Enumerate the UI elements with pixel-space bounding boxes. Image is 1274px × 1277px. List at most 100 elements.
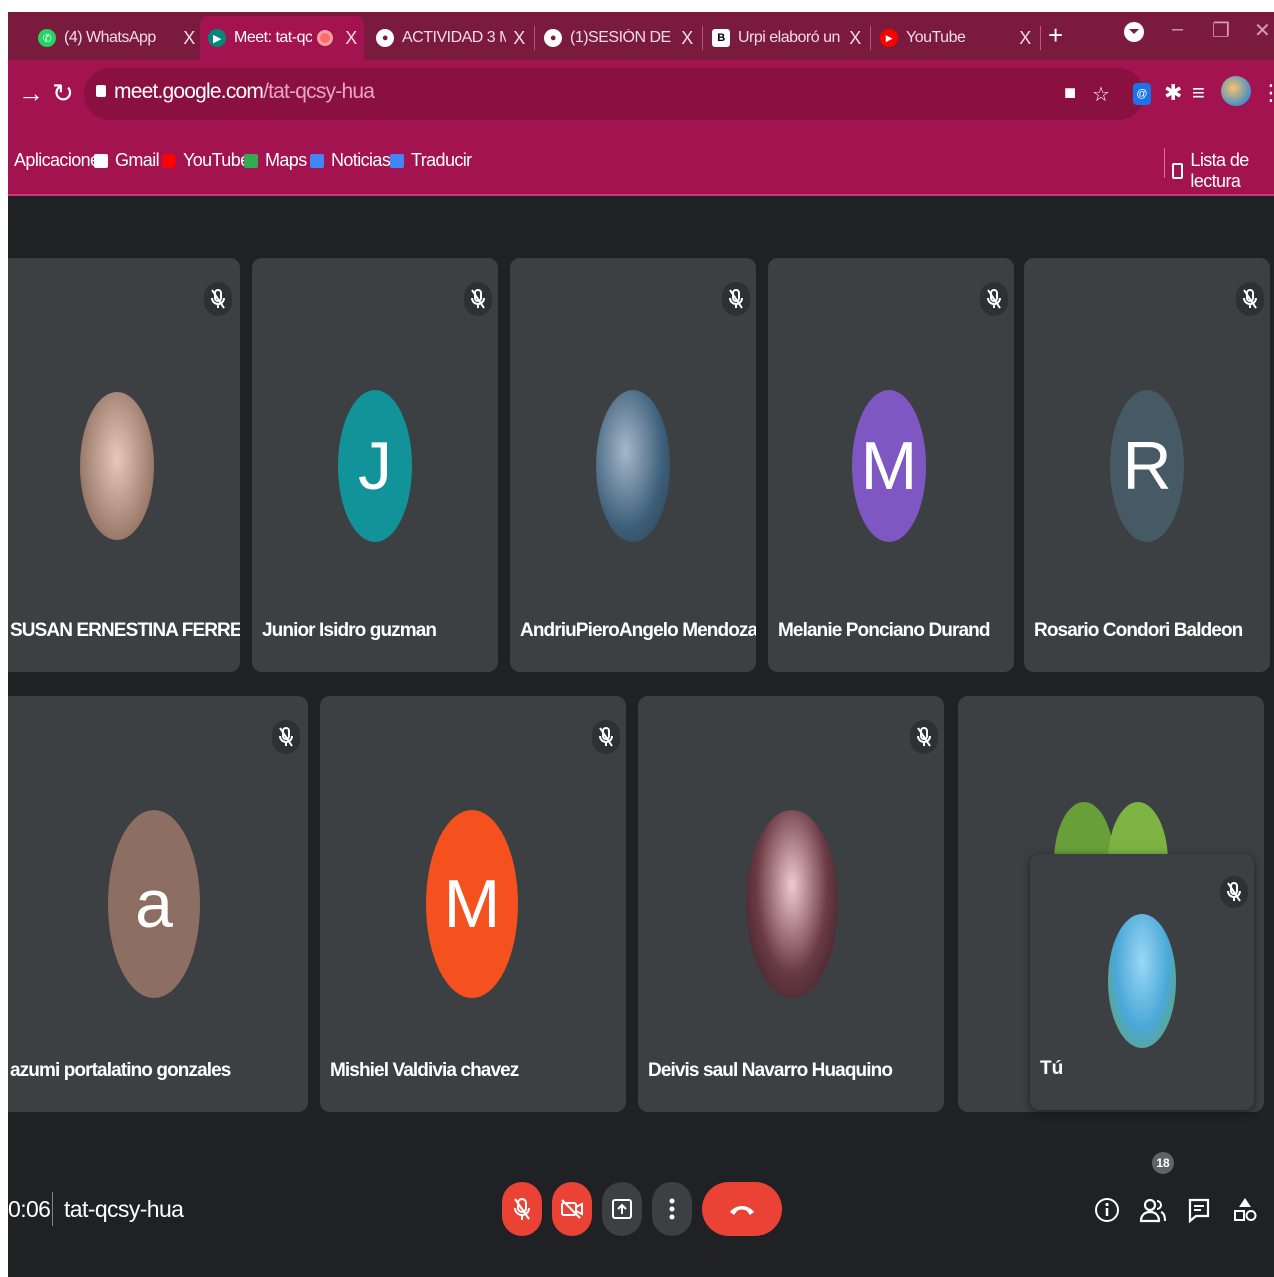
participant-count-badge: 18 [1152,1152,1174,1174]
self-avatar-photo [1108,914,1176,1048]
tab-search-dropdown-icon[interactable] [1124,22,1144,42]
youtube-icon [162,153,176,168]
participant-tile[interactable]: AndriuPieroAngelo Mendoza Aco... [510,258,756,672]
participant-tile[interactable]: SUSAN ERNESTINA FERRER G�M... [8,258,240,672]
close-tab-icon[interactable]: X [842,28,868,49]
microphone-toggle-button[interactable] [502,1182,542,1236]
forward-icon[interactable]: → [18,78,44,109]
globe-icon: ● [376,29,394,47]
participant-tile[interactable]: M Mishiel Valdivia chavez [320,696,626,1112]
tab-sesion[interactable]: ● (1)SESIÓN DE APRENDIZAJE X [536,16,700,60]
meet-stage: SUSAN ERNESTINA FERRER G�M... J Junior I… [8,196,1274,1277]
info-icon [1095,1198,1119,1222]
tab-actividad[interactable]: ● ACTIVIDAD 3 MATEMÁTICA X [368,16,532,60]
new-tab-button[interactable]: + [1048,20,1063,51]
close-window-icon[interactable]: ✕ [1254,18,1271,43]
hang-up-icon [730,1206,754,1215]
self-view-tile[interactable]: Tú [1030,854,1254,1110]
bookmark-gmail[interactable]: Gmail [94,150,160,171]
minimize-icon[interactable]: – [1172,18,1183,41]
tab-youtube[interactable]: ▶ YouTube X [872,16,1038,60]
mic-muted-icon [722,282,750,316]
tab-urpi[interactable]: B Urpi elaboró un panel X [704,16,868,60]
extension-icon[interactable]: @ [1133,83,1151,105]
participant-photo [596,390,670,542]
reading-mode-icon[interactable]: ≡ [1192,80,1205,106]
people-button[interactable] [1136,1192,1170,1228]
extensions-puzzle-icon[interactable]: ✱ [1164,80,1182,106]
activities-shapes-icon [1234,1198,1257,1221]
bookmark-youtube[interactable]: YouTube [162,150,250,171]
gmail-icon [94,153,108,168]
chat-button[interactable] [1182,1192,1216,1228]
participant-tile[interactable]: J Junior Isidro guzman [252,258,498,672]
whatsapp-icon: ✆ [38,29,56,47]
participant-tile[interactable]: R Rosario Condori Baldeon [1024,258,1270,672]
brainly-icon: B [712,29,730,47]
clock-divider [52,1192,53,1226]
mic-muted-icon [1236,282,1264,316]
maps-icon [244,153,258,168]
participant-tile[interactable]: M Melanie Ponciano Durand [768,258,1014,672]
mic-muted-icon [204,282,232,316]
activities-button[interactable] [1228,1192,1262,1228]
news-icon [310,153,324,168]
tab-divider [534,26,535,50]
bookmark-noticias[interactable]: Noticias [310,150,391,171]
mic-muted-icon [464,282,492,316]
camera-toggle-button[interactable] [552,1182,592,1236]
close-tab-icon[interactable]: X [506,28,532,49]
meeting-details-button[interactable] [1090,1192,1124,1228]
menu-dots-icon[interactable]: ⋮ [1260,80,1274,106]
participant-avatar: M [426,810,518,998]
reload-icon[interactable]: ↻ [52,78,74,109]
recording-indicator-icon [320,33,330,43]
participant-avatar: J [338,390,412,542]
bookmark-maps[interactable]: Maps [244,150,307,171]
present-screen-icon [612,1199,632,1219]
mic-muted-icon [980,282,1008,316]
url-text: meet.google.com/tat-qcsy-hua [114,80,375,103]
mic-muted-icon [592,720,620,754]
tab-divider [702,26,703,50]
tab-whatsapp[interactable]: ✆ (4) WhatsApp X [30,16,202,60]
tab-meet[interactable]: ▶ Meet: tat-qcsy-hua X [200,16,364,60]
mic-off-icon [514,1198,530,1220]
participant-photo [746,810,838,998]
tab-divider [1040,26,1041,50]
leave-call-button[interactable] [702,1182,782,1236]
tab-divider [870,26,871,50]
participant-tile[interactable]: a azumi portalatino gonzales [8,696,308,1112]
participant-tile[interactable]: Deivis saul Navarro Huaquino [638,696,944,1112]
bookmark-star-icon[interactable]: ☆ [1092,82,1110,107]
participant-avatar: R [1110,390,1184,542]
close-tab-icon[interactable]: X [674,28,700,49]
youtube-icon: ▶ [880,29,898,47]
close-tab-icon[interactable]: X [338,28,364,49]
more-vert-icon [669,1198,675,1220]
participant-avatar: a [108,810,200,998]
restore-icon[interactable]: ❐ [1212,18,1230,43]
mic-muted-icon [272,720,300,754]
profile-avatar[interactable] [1221,76,1251,106]
participant-avatar: M [852,390,926,542]
camera-off-icon [561,1199,583,1219]
participant-photo [80,392,154,540]
meeting-code: tat-qcsy-hua [64,1196,184,1222]
present-screen-button[interactable] [602,1182,642,1236]
close-tab-icon[interactable]: X [176,28,202,49]
chat-icon [1188,1198,1210,1223]
close-tab-icon[interactable]: X [1012,28,1038,49]
bookmark-traducir[interactable]: Traducir [390,150,472,171]
reading-list-icon [1172,163,1184,179]
more-options-button[interactable] [652,1182,692,1236]
translate-icon [390,153,404,168]
lock-icon [96,85,106,97]
globe-icon: ● [544,29,562,47]
address-bar[interactable]: meet.google.com/tat-qcsy-hua ■ ☆ [84,68,1144,120]
browser-window: ✆ (4) WhatsApp X ▶ Meet: tat-qcsy-hua X … [8,12,1274,1277]
browser-toolbar: → ↻ meet.google.com/tat-qcsy-hua ■ ☆ @ ✱… [8,60,1274,134]
camera-permission-icon[interactable]: ■ [1064,82,1076,105]
mic-muted-icon [1220,876,1248,908]
reading-list-button[interactable]: Lista de lectura [1172,150,1274,192]
